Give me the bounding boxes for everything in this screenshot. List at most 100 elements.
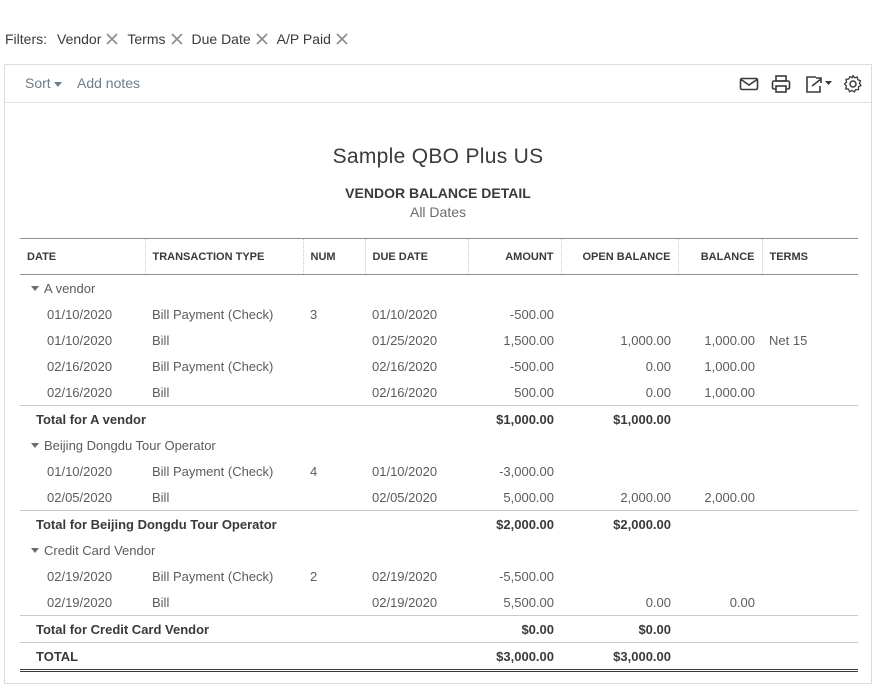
print-icon[interactable]: [770, 74, 792, 94]
cell-num: [303, 589, 365, 616]
filter-chip-due-date: Due Date: [192, 31, 270, 47]
column-header-num[interactable]: NUM: [303, 238, 366, 275]
cell-amount[interactable]: -3,000.00: [468, 458, 561, 484]
cell-transaction-type[interactable]: Bill: [145, 327, 303, 353]
cell-balance: 2,000.00: [704, 489, 755, 505]
cell-balance: [678, 563, 762, 589]
column-header-open-balance[interactable]: OPEN BALANCE: [561, 238, 679, 275]
empty-cell: [678, 510, 858, 537]
cell-date[interactable]: 01/10/2020: [20, 301, 145, 327]
cell-date[interactable]: 02/05/2020: [20, 484, 145, 511]
column-header-terms[interactable]: TERMS: [762, 238, 858, 275]
report-table: DATE TRANSACTION TYPE NUM DUE DATE AMOUN…: [20, 238, 858, 672]
add-notes-link[interactable]: Add notes: [77, 75, 140, 91]
cell-transaction-type[interactable]: Bill Payment (Check): [145, 458, 303, 484]
column-header-amount[interactable]: AMOUNT: [468, 238, 562, 275]
group-total-amount[interactable]: $1,000.00: [468, 405, 561, 432]
report-toolbar: Sort Add notes: [5, 65, 871, 103]
cell-open-balance: 0.00: [645, 358, 671, 374]
cell-amount[interactable]: -500.00: [468, 353, 561, 379]
group-header-row[interactable]: Credit Card Vendor: [20, 537, 858, 563]
cell-amount[interactable]: 5,000.00: [468, 484, 561, 511]
group-total-open-balance[interactable]: $2,000.00: [561, 510, 678, 537]
close-icon[interactable]: [169, 31, 185, 47]
collapse-triangle-icon[interactable]: [31, 547, 39, 553]
vendor-group-name: A vendor: [44, 280, 96, 296]
report-panel: Sort Add notes Sample QBO Plus US VENDOR…: [4, 64, 872, 684]
column-header-transaction-type[interactable]: TRANSACTION TYPE: [145, 238, 304, 275]
table-row[interactable]: 02/05/2020 Bill 02/05/2020 5,000.00 2,000.00…: [20, 484, 858, 511]
cell-due-date: 02/19/2020: [372, 568, 438, 584]
grand-total-amount[interactable]: $3,000.00: [468, 642, 561, 672]
group-toggle[interactable]: A vendor: [20, 275, 858, 302]
cell-date[interactable]: 01/10/2020: [20, 327, 145, 353]
table-row[interactable]: 02/19/2020 Bill 02/19/2020 5,500.00 0.00 0.00: [20, 589, 858, 616]
filter-chip-label: Due Date: [191, 31, 251, 47]
close-icon[interactable]: [254, 31, 270, 47]
close-icon[interactable]: [334, 31, 350, 47]
cell-date[interactable]: 02/19/2020: [20, 589, 145, 616]
column-header-due-date[interactable]: DUE DATE: [365, 238, 469, 275]
group-total-open-balance[interactable]: $0.00: [561, 615, 678, 643]
column-header-balance[interactable]: BALANCE: [678, 238, 763, 275]
cell-amount[interactable]: 500.00: [468, 379, 561, 406]
sort-dropdown[interactable]: Sort: [25, 75, 62, 91]
export-icon[interactable]: [803, 74, 835, 94]
filter-chip-label: Terms: [127, 31, 166, 47]
cell-amount[interactable]: 1,500.00: [468, 327, 561, 353]
cell-date[interactable]: 01/10/2020: [20, 458, 145, 484]
cell-date[interactable]: 02/19/2020: [20, 563, 145, 589]
cell-date[interactable]: 02/16/2020: [20, 353, 145, 379]
cell-open-balance: 1,000.00: [620, 332, 671, 348]
cell-due-date: 01/25/2020: [372, 332, 438, 348]
report-title: VENDOR BALANCE DETAIL: [345, 185, 531, 201]
cell-terms: [762, 484, 858, 511]
cell-date[interactable]: 02/16/2020: [20, 379, 145, 406]
company-name: Sample QBO Plus US: [332, 145, 544, 168]
grand-total-open-balance[interactable]: $3,000.00: [561, 642, 678, 672]
collapse-triangle-icon[interactable]: [31, 442, 39, 448]
cell-amount[interactable]: 5,500.00: [468, 589, 561, 616]
cell-transaction-type[interactable]: Bill: [145, 379, 303, 406]
cell-transaction-type[interactable]: Bill Payment (Check): [145, 353, 303, 379]
table-row[interactable]: 01/10/2020 Bill Payment (Check) 3 01/10/202…: [20, 301, 858, 327]
collapse-triangle-icon[interactable]: [31, 285, 39, 291]
table-row[interactable]: 02/16/2020 Bill Payment (Check) 02/16/2020…: [20, 353, 858, 379]
cell-due-date: 01/10/2020: [372, 306, 438, 322]
cell-open-balance: [561, 301, 678, 327]
filter-chip-label: A/P Paid: [276, 31, 331, 47]
mail-icon[interactable]: [738, 74, 760, 94]
cell-transaction-type[interactable]: Bill: [145, 589, 303, 616]
table-row[interactable]: 02/16/2020 Bill 02/16/2020 500.00 0.00 1,000.…: [20, 379, 858, 406]
cell-terms: Net 15: [769, 332, 808, 348]
empty-cell: [678, 615, 858, 643]
sort-label: Sort: [25, 75, 51, 91]
group-total-amount[interactable]: $0.00: [468, 615, 561, 643]
cell-open-balance: [561, 563, 678, 589]
cell-transaction-type[interactable]: Bill Payment (Check): [145, 563, 303, 589]
cell-num: 4: [310, 463, 318, 479]
group-total-amount[interactable]: $2,000.00: [468, 510, 561, 537]
filter-chip-terms: Terms: [127, 31, 184, 47]
group-total-label: Total for Beijing Dongdu Tour Operator: [20, 510, 468, 537]
cell-amount[interactable]: -5,500.00: [468, 563, 561, 589]
group-total-open-balance[interactable]: $1,000.00: [561, 405, 678, 432]
table-row[interactable]: 02/19/2020 Bill Payment (Check) 2 02/19/202…: [20, 563, 858, 589]
group-toggle[interactable]: Beijing Dongdu Tour Operator: [20, 432, 858, 458]
cell-amount[interactable]: -500.00: [468, 301, 561, 327]
cell-transaction-type[interactable]: Bill: [145, 484, 303, 511]
cell-due-date: 02/16/2020: [372, 358, 438, 374]
table-row[interactable]: 01/10/2020 Bill 01/25/2020 1,500.00 1,000.00…: [20, 327, 858, 353]
group-header-row[interactable]: Beijing Dongdu Tour Operator: [20, 432, 858, 458]
cell-balance: 1,000.00: [704, 332, 755, 348]
table-row[interactable]: 01/10/2020 Bill Payment (Check) 4 01/10/202…: [20, 458, 858, 484]
cell-num: [303, 484, 365, 511]
column-header-date[interactable]: DATE: [20, 238, 146, 275]
group-header-row[interactable]: A vendor: [20, 275, 858, 302]
cell-terms: [762, 458, 858, 484]
cell-transaction-type[interactable]: Bill Payment (Check): [145, 301, 303, 327]
settings-icon[interactable]: [842, 74, 864, 94]
group-toggle[interactable]: Credit Card Vendor: [20, 537, 858, 563]
close-icon[interactable]: [104, 31, 120, 47]
cell-terms: [762, 301, 858, 327]
